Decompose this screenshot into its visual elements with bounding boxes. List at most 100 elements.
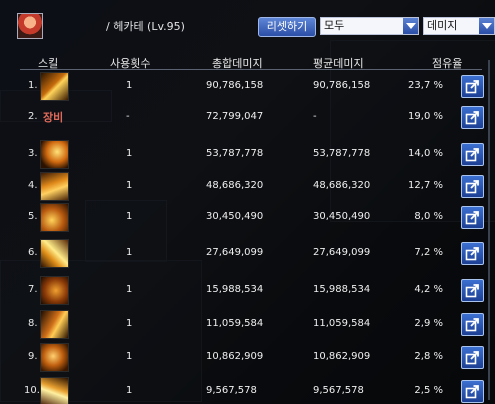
row-total-damage: 72,799,047 bbox=[206, 111, 264, 122]
share-icon bbox=[465, 385, 479, 399]
row-total-damage: 10,862,909 bbox=[206, 351, 264, 362]
row-rank: 4. bbox=[28, 180, 38, 191]
skill-1-icon bbox=[40, 72, 69, 101]
row-use-count: 1 bbox=[126, 247, 133, 258]
row-share-percent: 4,2 % bbox=[414, 284, 443, 295]
damage-meter-window: / 헤카테 (Lv.95) 리셋하기 모두 데미지 스킬 사용횟수 총합데미지 … bbox=[0, 0, 495, 404]
table-row: 10. 1 9,567,578 9,567,578 2,5 % bbox=[0, 377, 495, 404]
table-row: 4. 1 48,686,320 48,686,320 12,7 % bbox=[0, 172, 495, 202]
share-button[interactable] bbox=[461, 75, 484, 98]
row-avg-damage: 90,786,158 bbox=[313, 80, 371, 91]
row-total-damage: 48,686,320 bbox=[206, 180, 264, 191]
row-avg-damage: 10,862,909 bbox=[313, 351, 371, 362]
row-use-count: 1 bbox=[126, 351, 133, 362]
row-rank: 8. bbox=[28, 318, 38, 329]
row-use-count: 1 bbox=[126, 180, 133, 191]
table-row: 6. 1 27,649,099 27,649,099 7,2 % bbox=[0, 239, 495, 269]
character-avatar bbox=[17, 13, 43, 39]
row-rank: 5. bbox=[28, 211, 38, 222]
skill-10-icon bbox=[40, 377, 69, 404]
share-button[interactable] bbox=[461, 106, 484, 129]
table-row: 1. 1 90,786,158 90,786,158 23,7 % bbox=[0, 72, 495, 102]
type-dropdown-value: 데미지 bbox=[427, 19, 458, 32]
row-avg-damage: 48,686,320 bbox=[313, 180, 371, 191]
table-row: 2. 장비 - 72,799,047 - 19,0 % bbox=[0, 103, 495, 133]
share-icon bbox=[465, 351, 479, 365]
row-total-damage: 9,567,578 bbox=[206, 385, 257, 396]
row-avg-damage: 11,059,584 bbox=[313, 318, 371, 329]
skill-5-icon bbox=[40, 203, 69, 232]
skill-6-icon bbox=[40, 239, 69, 268]
chevron-down-icon[interactable] bbox=[479, 18, 494, 34]
skill-8-icon bbox=[40, 310, 69, 339]
row-share-percent: 19,0 % bbox=[408, 111, 443, 122]
row-total-damage: 27,649,099 bbox=[206, 247, 264, 258]
share-icon bbox=[465, 111, 479, 125]
share-button[interactable] bbox=[461, 313, 484, 336]
window-title: / 헤카테 (Lv.95) bbox=[106, 20, 185, 33]
table-row: 9. 1 10,862,909 10,862,909 2,8 % bbox=[0, 343, 495, 373]
row-total-damage: 53,787,778 bbox=[206, 148, 264, 159]
skill-7-icon bbox=[40, 276, 69, 305]
row-share-percent: 23,7 % bbox=[408, 80, 443, 91]
table-row: 5. 1 30,450,490 30,450,490 8,0 % bbox=[0, 203, 495, 233]
row-use-count: 1 bbox=[126, 385, 133, 396]
share-icon bbox=[465, 318, 479, 332]
share-icon bbox=[465, 211, 479, 225]
skill-3-icon bbox=[40, 140, 69, 169]
row-share-percent: 7,2 % bbox=[414, 247, 443, 258]
share-button[interactable] bbox=[461, 143, 484, 166]
share-button[interactable] bbox=[461, 279, 484, 302]
row-rank: 2. bbox=[28, 111, 38, 122]
share-icon bbox=[465, 148, 479, 162]
row-avg-damage: 27,649,099 bbox=[313, 247, 371, 258]
reset-button[interactable]: 리셋하기 bbox=[258, 17, 316, 37]
row-share-percent: 8,0 % bbox=[414, 211, 443, 222]
filter-dropdown-value: 모두 bbox=[324, 19, 345, 32]
row-rank: 9. bbox=[28, 351, 38, 362]
row-use-count: 1 bbox=[126, 211, 133, 222]
row-avg-damage: 9,567,578 bbox=[313, 385, 364, 396]
row-use-count: 1 bbox=[126, 148, 133, 159]
equipment-label: 장비 bbox=[43, 111, 64, 124]
row-share-percent: 2,5 % bbox=[414, 385, 443, 396]
row-avg-damage: 30,450,490 bbox=[313, 211, 371, 222]
row-total-damage: 15,988,534 bbox=[206, 284, 264, 295]
row-rank: 6. bbox=[28, 247, 38, 258]
share-button[interactable] bbox=[461, 346, 484, 369]
share-button[interactable] bbox=[461, 206, 484, 229]
filter-dropdown[interactable]: 모두 bbox=[320, 17, 419, 35]
share-icon bbox=[465, 180, 479, 194]
share-icon bbox=[465, 80, 479, 94]
row-share-percent: 2,8 % bbox=[414, 351, 443, 362]
row-avg-damage: - bbox=[313, 111, 317, 122]
row-use-count: - bbox=[126, 111, 130, 122]
row-use-count: 1 bbox=[126, 318, 133, 329]
row-total-damage: 90,786,158 bbox=[206, 80, 264, 91]
share-button[interactable] bbox=[461, 380, 484, 403]
row-use-count: 1 bbox=[126, 284, 133, 295]
row-share-percent: 2,9 % bbox=[414, 318, 443, 329]
row-rank: 1. bbox=[28, 80, 38, 91]
row-rank: 3. bbox=[28, 148, 38, 159]
row-avg-damage: 15,988,534 bbox=[313, 284, 371, 295]
row-total-damage: 30,450,490 bbox=[206, 211, 264, 222]
skill-9-icon bbox=[40, 343, 69, 372]
table-row: 7. 1 15,988,534 15,988,534 4,2 % bbox=[0, 276, 495, 306]
chevron-down-icon[interactable] bbox=[403, 18, 418, 34]
row-avg-damage: 53,787,778 bbox=[313, 148, 371, 159]
share-button[interactable] bbox=[461, 175, 484, 198]
row-rank: 10. bbox=[24, 385, 40, 396]
row-share-percent: 14,0 % bbox=[408, 148, 443, 159]
type-dropdown[interactable]: 데미지 bbox=[423, 17, 495, 35]
row-share-percent: 12,7 % bbox=[408, 180, 443, 191]
table-row: 8. 1 11,059,584 11,059,584 2,9 % bbox=[0, 310, 495, 340]
share-button[interactable] bbox=[461, 242, 484, 265]
share-icon bbox=[465, 247, 479, 261]
row-use-count: 1 bbox=[126, 80, 133, 91]
skill-4-icon bbox=[40, 172, 69, 201]
row-total-damage: 11,059,584 bbox=[206, 318, 264, 329]
row-rank: 7. bbox=[28, 284, 38, 295]
share-icon bbox=[465, 284, 479, 298]
header-divider bbox=[20, 69, 482, 70]
